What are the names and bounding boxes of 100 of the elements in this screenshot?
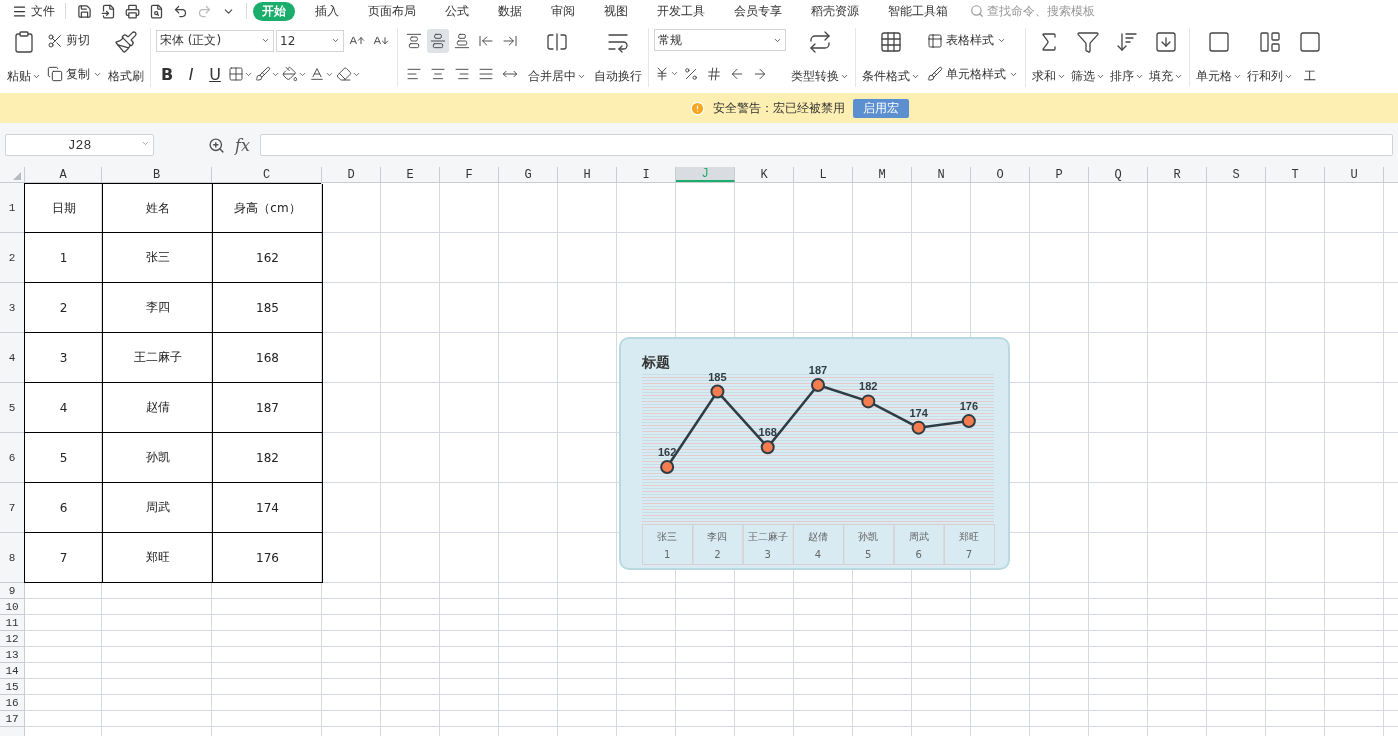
- column-header[interactable]: N: [912, 167, 971, 182]
- font-size-dropdown[interactable]: 12: [276, 29, 344, 52]
- ribbon-tab[interactable]: 页面布局: [359, 1, 425, 21]
- ribbon-tab[interactable]: 智能工具箱: [879, 1, 957, 21]
- function-label[interactable]: fx: [235, 135, 250, 155]
- table-cell: 6: [25, 483, 103, 533]
- cells-button[interactable]: 单元格: [1195, 26, 1243, 89]
- table-cell: 168: [213, 333, 323, 383]
- category-label: 张三: [657, 531, 678, 542]
- copy-button[interactable]: 复制: [45, 62, 104, 87]
- data-label: 182: [859, 380, 878, 393]
- filter-button[interactable]: 筛选: [1070, 26, 1106, 89]
- row-header[interactable]: 3: [0, 283, 24, 333]
- table-cell: 162: [213, 233, 323, 283]
- column-header[interactable]: O: [971, 167, 1030, 182]
- row-header[interactable]: 7: [0, 483, 24, 533]
- row-header[interactable]: 2: [0, 233, 24, 283]
- table-cell: 周武: [103, 483, 213, 533]
- category-label: 李四: [707, 531, 728, 542]
- column-header[interactable]: U: [1325, 167, 1384, 182]
- category-index: 1: [663, 549, 671, 560]
- row-header[interactable]: 9: [0, 583, 24, 599]
- format-painter-button[interactable]: 格式刷: [107, 26, 145, 89]
- worksheet-icon: [1298, 30, 1322, 54]
- ribbon-tab[interactable]: 稻壳资源: [802, 1, 868, 21]
- ribbon-tab[interactable]: 插入: [306, 1, 348, 21]
- merge-center-button[interactable]: 合并居中: [527, 26, 587, 89]
- wrap-text-button[interactable]: 自动换行: [593, 26, 643, 89]
- row-header[interactable]: 1: [0, 183, 24, 233]
- bold-button[interactable]: B: [156, 62, 178, 87]
- row-header[interactable]: 12: [0, 631, 24, 647]
- column-header[interactable]: Q: [1089, 167, 1148, 182]
- table-style-button[interactable]: 表格样式: [925, 28, 1020, 53]
- ribbon-tab[interactable]: 数据: [489, 1, 531, 21]
- table-cell: 4: [25, 383, 103, 433]
- filter-icon: [1076, 30, 1100, 54]
- column-header[interactable]: S: [1207, 167, 1266, 182]
- convert-type-button[interactable]: 类型转换: [790, 26, 850, 89]
- column-header[interactable]: R: [1148, 167, 1207, 182]
- paste-button[interactable]: 粘贴: [6, 26, 42, 89]
- row-header[interactable]: 5: [0, 383, 24, 433]
- number-format-dropdown[interactable]: 常规: [654, 29, 786, 52]
- column-header[interactable]: H: [558, 167, 617, 182]
- italic-button[interactable]: I: [180, 62, 202, 87]
- column-header[interactable]: B: [102, 167, 212, 182]
- row-header[interactable]: 16: [0, 695, 24, 711]
- align-middle-button[interactable]: [427, 28, 449, 53]
- caret-icon: [141, 139, 150, 148]
- column-header[interactable]: E: [381, 167, 440, 182]
- font-name-dropdown[interactable]: 宋体 (正文): [156, 29, 274, 52]
- ribbon-tab[interactable]: 会员专享: [725, 1, 791, 21]
- rows-columns-button[interactable]: 行和列: [1246, 26, 1294, 89]
- formula-input[interactable]: [259, 134, 1393, 156]
- name-box[interactable]: J28: [5, 134, 154, 156]
- column-header[interactable]: F: [440, 167, 499, 182]
- column-header[interactable]: P: [1030, 167, 1089, 182]
- column-header[interactable]: D: [322, 167, 381, 182]
- zoom-icon[interactable]: [208, 136, 225, 154]
- sum-button[interactable]: 求和: [1031, 26, 1067, 89]
- column-header[interactable]: C: [212, 167, 322, 182]
- table-cell: 182: [213, 433, 323, 483]
- column-header[interactable]: A: [25, 167, 102, 182]
- chart-card[interactable]: 标题 162 185 168 187 182 174 176 张三 1 李四 2 王二麻子 3 赵倩 4 孙凯 5 周武 6 郑旺 7: [619, 337, 1010, 570]
- convert-type-icon: [808, 30, 832, 54]
- fill-icon: [1154, 30, 1178, 54]
- search-icon: [970, 4, 984, 18]
- table-cell: 孙凯: [103, 433, 213, 483]
- row-header[interactable]: 10: [0, 599, 24, 615]
- fill-button[interactable]: 填充: [1148, 26, 1184, 89]
- row-header[interactable]: 15: [0, 679, 24, 695]
- row-header[interactable]: 4: [0, 333, 24, 383]
- row-header[interactable]: 8: [0, 533, 24, 583]
- table-cell: 187: [213, 383, 323, 433]
- column-header[interactable]: G: [499, 167, 558, 182]
- row-header[interactable]: 6: [0, 433, 24, 483]
- cut-button[interactable]: 剪切: [45, 28, 104, 53]
- percent-icon: [683, 65, 699, 82]
- column-header[interactable]: K: [735, 167, 794, 182]
- row-header[interactable]: 14: [0, 663, 24, 679]
- column-header[interactable]: M: [853, 167, 912, 182]
- table-cell: 3: [25, 333, 103, 383]
- cells-icon: [1207, 30, 1231, 54]
- column-header[interactable]: L: [794, 167, 853, 182]
- file-menu[interactable]: 文件: [8, 1, 59, 21]
- ribbon-tab[interactable]: 审阅: [542, 1, 584, 21]
- sort-button[interactable]: 排序: [1109, 26, 1145, 89]
- row-header[interactable]: 13: [0, 647, 24, 663]
- row-header[interactable]: 17: [0, 711, 24, 727]
- row-header[interactable]: 11: [0, 615, 24, 631]
- underline-button[interactable]: U: [204, 62, 226, 87]
- category-label: 赵倩: [808, 531, 828, 542]
- ribbon-tab[interactable]: 开发工具: [648, 1, 714, 21]
- category-index: 2: [714, 549, 721, 560]
- conditional-format-button[interactable]: 条件格式: [861, 26, 921, 89]
- worksheet-button[interactable]: 工: [1297, 26, 1323, 89]
- ribbon-tab[interactable]: 视图: [595, 1, 637, 21]
- currency-icon: [654, 65, 670, 82]
- ribbon-tab[interactable]: 公式: [436, 1, 478, 21]
- cell-style-button[interactable]: 单元格样式: [925, 62, 1020, 87]
- column-header[interactable]: T: [1266, 167, 1325, 182]
